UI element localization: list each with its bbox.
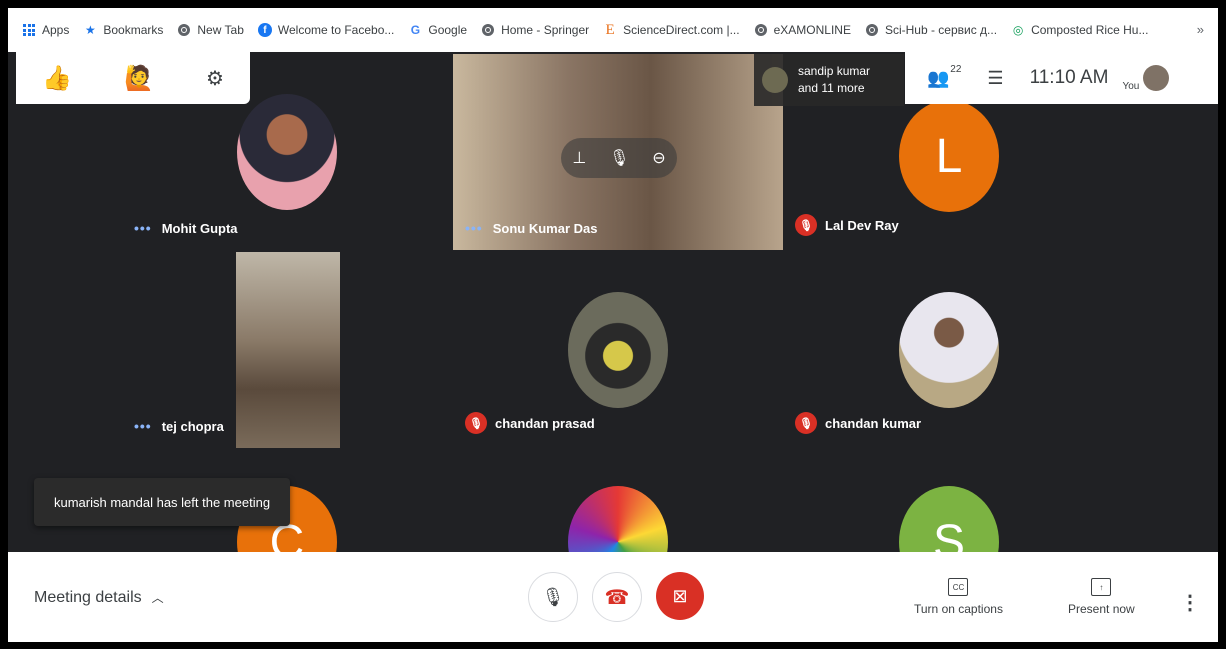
participant-tile[interactable]: 🎙 chandan kumar bbox=[783, 252, 1113, 448]
bottom-control-bar: Meeting details ︿ 🎙 ☎ ⊠ CC Turn on captio… bbox=[8, 552, 1218, 642]
bookmark-examonline[interactable]: eXAMONLINE bbox=[754, 23, 851, 37]
bookmark-sciencedirect[interactable]: E ScienceDirect.com |... bbox=[603, 21, 740, 38]
remove-icon[interactable]: ⊖ bbox=[652, 148, 665, 168]
participant-avatar: L bbox=[899, 100, 999, 212]
participant-video bbox=[236, 252, 340, 448]
bookmark-new-tab[interactable]: New Tab bbox=[177, 23, 244, 37]
apps-grid-icon bbox=[22, 23, 36, 37]
pin-icon[interactable]: ⊥ bbox=[572, 148, 586, 168]
participant-video bbox=[237, 94, 337, 210]
mic-muted-icon: 🎙 bbox=[795, 412, 817, 434]
elsevier-icon: E bbox=[605, 21, 615, 38]
globe-icon bbox=[865, 23, 879, 37]
mic-icon: 🎙 bbox=[541, 586, 565, 607]
participant-avatar: S bbox=[899, 486, 999, 552]
top-right-toolbar: 👥 22 ☰ 11:10 AM You bbox=[905, 52, 1218, 104]
present-now-button[interactable]: ↑ Present now bbox=[1068, 578, 1135, 616]
participant-tile[interactable]: ••• tej chopra bbox=[122, 252, 452, 448]
chat-icon[interactable]: ☰ bbox=[987, 68, 1003, 89]
captions-button[interactable]: CC Turn on captions bbox=[914, 578, 1003, 616]
mic-muted-icon: 🎙 bbox=[465, 412, 487, 434]
audio-level-icon: ••• bbox=[465, 220, 483, 236]
bookmark-springer[interactable]: Home - Springer bbox=[481, 23, 589, 37]
bookmark-apps[interactable]: Apps bbox=[22, 23, 69, 37]
raise-hand-icon[interactable]: 🙋 bbox=[124, 64, 154, 93]
participant-avatar bbox=[899, 292, 999, 408]
top-left-toolbar: 👍 🙋 ⚙ bbox=[16, 52, 250, 104]
mic-icon[interactable]: 🎙 bbox=[609, 148, 629, 168]
microphone-button[interactable]: 🎙 bbox=[528, 572, 578, 622]
audio-level-icon: ••• bbox=[134, 220, 152, 236]
participant-tile[interactable]: S bbox=[783, 450, 1113, 552]
bookmark-bookmarks[interactable]: ★ Bookmarks bbox=[83, 23, 163, 37]
globe-icon bbox=[177, 23, 191, 37]
people-icon[interactable]: 👥 22 bbox=[927, 64, 961, 89]
more-options-icon[interactable]: ⋮ bbox=[1180, 590, 1200, 615]
bookmark-composted[interactable]: ◎ Composted Rice Hu... bbox=[1011, 23, 1149, 37]
notification-toast: kumarish mandal has left the meeting bbox=[34, 478, 290, 526]
camera-button[interactable]: ⊠ bbox=[656, 572, 704, 620]
star-icon: ★ bbox=[84, 23, 96, 37]
audio-level-icon: ••• bbox=[134, 418, 152, 434]
phone-hangup-icon: ☎ bbox=[604, 586, 630, 609]
avatar bbox=[762, 67, 788, 93]
captions-icon: CC bbox=[948, 578, 969, 596]
globe-icon bbox=[754, 23, 768, 37]
clock: 11:10 AM bbox=[1029, 67, 1109, 88]
facebook-icon: f bbox=[257, 23, 272, 37]
bookmark-facebook[interactable]: f Welcome to Facebo... bbox=[257, 23, 394, 37]
bookmarks-overflow-icon[interactable]: » bbox=[1197, 22, 1204, 37]
google-icon: G bbox=[410, 23, 421, 37]
bookmarks-bar: Apps ★ Bookmarks New Tab f Welcome to Fa… bbox=[8, 8, 1218, 52]
globe-icon bbox=[481, 23, 495, 37]
participant-avatar bbox=[568, 486, 668, 552]
thumbs-up-icon[interactable]: 👍 bbox=[42, 64, 72, 93]
meet-window: Apps ★ Bookmarks New Tab f Welcome to Fa… bbox=[8, 8, 1218, 642]
link-icon: ◎ bbox=[1012, 23, 1024, 37]
chevron-up-icon: ︿ bbox=[151, 591, 164, 605]
bookmark-scihub[interactable]: Sci-Hub - сервис д... bbox=[865, 23, 997, 37]
settings-icon[interactable]: ⚙ bbox=[206, 66, 224, 91]
participant-avatar bbox=[568, 292, 668, 408]
tile-hover-controls: ⊥ 🎙 ⊖ bbox=[561, 138, 677, 178]
mic-muted-icon: 🎙 bbox=[795, 214, 817, 236]
participant-tile[interactable] bbox=[453, 450, 783, 552]
self-avatar[interactable] bbox=[1143, 65, 1170, 91]
present-icon: ↑ bbox=[1091, 578, 1112, 596]
participant-tile[interactable]: 🎙 chandan prasad bbox=[453, 252, 783, 448]
leave-call-button[interactable]: ☎ bbox=[592, 572, 642, 622]
camera-off-icon: ⊠ bbox=[672, 585, 688, 606]
bookmark-google[interactable]: G Google bbox=[408, 23, 467, 37]
meeting-details-button[interactable]: Meeting details ︿ bbox=[34, 589, 164, 607]
speaker-chip[interactable]: sandip kumar and 11 more bbox=[754, 54, 904, 106]
